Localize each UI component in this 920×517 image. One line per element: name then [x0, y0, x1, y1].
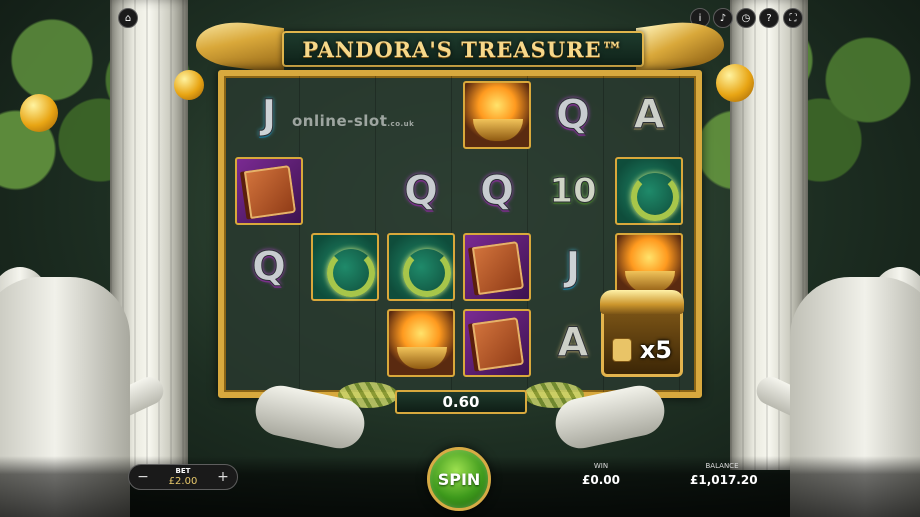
symbol-letter-text: Q	[403, 168, 438, 215]
fire-icon	[387, 309, 455, 377]
lock-icon	[612, 338, 632, 362]
book-icon	[235, 157, 303, 225]
golden-apple-icon	[716, 64, 754, 102]
chest-lid	[600, 290, 684, 314]
symbol-wreath	[308, 230, 382, 304]
history-icon[interactable]: ◷	[736, 8, 756, 28]
symbol-letter: A	[536, 306, 610, 380]
spin-button[interactable]: SPIN	[427, 447, 491, 511]
symbol-fire	[460, 78, 534, 152]
bet-increase-button[interactable]: +	[211, 465, 235, 489]
win-amount-plate: 0.60	[395, 390, 527, 414]
help-icon[interactable]: ?	[759, 8, 779, 28]
multiplier-label: x5	[639, 336, 672, 364]
win-label: WIN	[593, 462, 609, 470]
win-amount: 0.60	[442, 393, 480, 411]
balance-display: BALANCE £1,017.20	[690, 462, 758, 487]
book-icon	[463, 233, 531, 301]
golden-apple-icon	[20, 94, 58, 132]
symbol-letter: Q	[384, 154, 458, 228]
fire-icon	[463, 81, 531, 149]
symbol-letter-text: A	[633, 92, 665, 139]
symbol-wreath	[612, 154, 686, 228]
spin-label: SPIN	[437, 469, 481, 489]
symbol-letter-text: A	[557, 320, 589, 367]
symbol-letter-text: J	[565, 244, 581, 291]
balance-label: BALANCE	[705, 462, 739, 470]
home-icon[interactable]: ⌂	[118, 8, 138, 28]
symbol-letter-text: J	[261, 92, 277, 139]
book-icon	[463, 309, 531, 377]
symbol-wreath	[384, 230, 458, 304]
wreath-icon	[615, 157, 683, 225]
symbol-fire	[384, 306, 458, 380]
symbol-letter: Q	[460, 154, 534, 228]
balance-value: £1,017.20	[690, 473, 758, 487]
game-title-plate: PANDORA'S TREASURE™	[282, 31, 644, 67]
win-value: £0.00	[582, 473, 620, 487]
symbol-book	[460, 306, 534, 380]
watermark: online-slot.co.uk	[292, 112, 414, 130]
symbol-letter-text: Q	[479, 168, 514, 215]
symbol-letter-text: Q	[251, 244, 286, 291]
watermark-text: online-slot	[292, 112, 388, 130]
win-display: WIN £0.00	[580, 462, 622, 487]
wreath-icon	[311, 233, 379, 301]
fullscreen-icon[interactable]: ⛶	[783, 8, 803, 28]
symbol-book	[460, 230, 534, 304]
symbol-letter-text: 10	[549, 171, 597, 212]
watermark-suffix: .co.uk	[387, 120, 415, 128]
game-title: PANDORA'S TREASURE™	[302, 36, 624, 62]
symbol-letter: Q	[232, 230, 306, 304]
wreath-icon	[387, 233, 455, 301]
symbol-letter: J	[536, 230, 610, 304]
symbol-letter-text: Q	[555, 92, 590, 139]
symbol-book	[232, 154, 306, 228]
symbol-letter: A	[612, 78, 686, 152]
symbol-letter: 10	[536, 154, 610, 228]
treasure-chest: x5	[600, 290, 684, 377]
bet-control: − BET £2.00 +	[128, 464, 238, 490]
golden-apple-icon	[174, 70, 204, 100]
sound-icon[interactable]: ♪	[713, 8, 733, 28]
symbol-letter: Q	[536, 78, 610, 152]
